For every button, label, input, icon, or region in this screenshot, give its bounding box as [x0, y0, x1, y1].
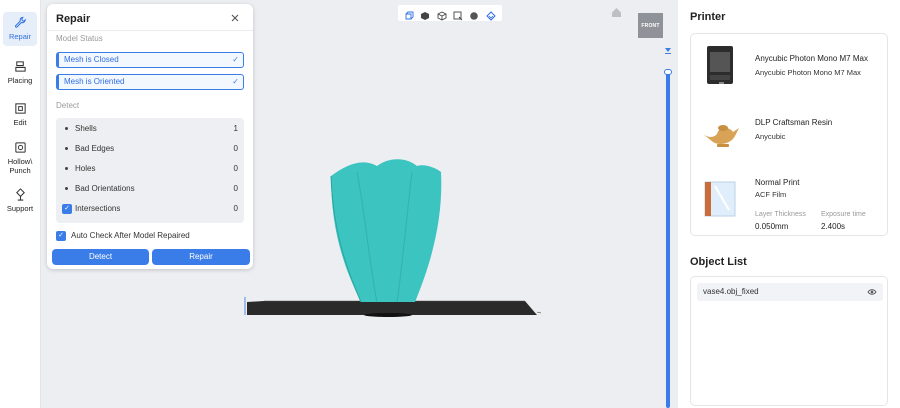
printer-title: Printer [690, 11, 726, 23]
tool-label: Edit [13, 118, 27, 127]
detect-row-bad-edges: Bad Edges 0 [56, 142, 244, 156]
eye-icon[interactable] [867, 287, 877, 297]
bullet [65, 187, 68, 190]
bullet [65, 127, 68, 130]
auto-check-label: Auto Check After Model Repaired [71, 231, 190, 241]
detect-list: Shells 1 Bad Edges 0 Holes 0 Bad Orienta… [56, 118, 244, 223]
row-name: Bad Orientations [75, 184, 135, 193]
detect-button[interactable]: Detect [52, 249, 149, 265]
layer-slider[interactable] [666, 72, 670, 408]
detect-row-shells: Shells 1 [56, 122, 244, 136]
wrench-icon [14, 16, 26, 28]
check-icon: ✓ [232, 77, 239, 86]
model-scene[interactable] [237, 152, 547, 324]
row-name: Holes [75, 164, 96, 173]
object-list-card: vase4.obj_fixed [690, 276, 888, 406]
layer-thickness-label: Layer Thickness [755, 211, 806, 218]
view-sphere-icon[interactable] [469, 8, 479, 20]
row-value: 0 [233, 144, 238, 153]
row-name: Intersections [75, 204, 121, 213]
view-layer-icon[interactable] [486, 8, 496, 21]
resin-name: DLP Craftsman Resin [755, 118, 833, 127]
bullet [65, 167, 68, 170]
resin-brand: Anycubic [755, 132, 786, 141]
tool-support[interactable]: Support [3, 188, 37, 213]
status-text: Mesh is Oriented [64, 77, 125, 86]
tool-label: Repair [8, 32, 32, 41]
printer-thumbnail [707, 46, 733, 84]
exposure-label: Exposure time [821, 211, 866, 218]
object-name: vase4.obj_fixed [703, 287, 759, 296]
profile-name: Normal Print [755, 178, 800, 187]
placing-icon [14, 61, 26, 72]
panel-title: Repair [56, 13, 91, 25]
hollow-punch-icon [14, 142, 26, 153]
printer-name: Anycubic Photon Mono M7 Max [755, 54, 868, 63]
tool-edit[interactable]: Edit [3, 102, 37, 127]
row-name: Bad Edges [75, 144, 115, 153]
print-profile-item[interactable]: Normal Print ACF Film Layer Thickness 0.… [691, 166, 889, 236]
tool-repair[interactable]: Repair [3, 12, 37, 46]
film-type: ACF Film [755, 190, 787, 199]
row-name: Shells [75, 124, 97, 133]
row-value: 0 [233, 184, 238, 193]
printer-card: Anycubic Photon Mono M7 Max Anycubic Pho… [690, 33, 888, 236]
tool-rail: Repair Placing Edit Hollow\ Punch Suppor… [0, 0, 41, 408]
tool-label: Support [6, 204, 34, 213]
status-mesh-oriented: Mesh is Oriented ✓ [56, 74, 244, 90]
auto-check-option[interactable]: ✓ Auto Check After Model Repaired [56, 231, 190, 241]
film-thumbnail [704, 181, 736, 217]
model-status-label: Model Status [56, 34, 103, 43]
detect-label: Detect [56, 101, 80, 110]
vase-model[interactable] [331, 159, 442, 302]
view-toolbar [398, 5, 502, 21]
printer-item[interactable]: Anycubic Photon Mono M7 Max Anycubic Pho… [691, 34, 889, 100]
close-icon[interactable] [230, 13, 240, 23]
divider [47, 30, 253, 31]
support-icon [15, 188, 25, 201]
object-list-title: Object List [690, 256, 747, 268]
layer-slider-top-icon[interactable] [665, 48, 671, 54]
layer-slider-handle[interactable] [664, 69, 672, 75]
status-mesh-closed: Mesh is Closed ✓ [56, 52, 244, 68]
row-value: 1 [233, 124, 238, 133]
repair-panel: Repair Model Status Mesh is Closed ✓ Mes… [47, 4, 253, 269]
home-icon[interactable] [611, 7, 622, 18]
edit-icon [14, 103, 26, 114]
row-value: 0 [233, 204, 238, 213]
auto-check-checkbox[interactable]: ✓ [56, 231, 66, 241]
view-solid-icon[interactable] [420, 8, 430, 20]
tool-placing[interactable]: Placing [3, 60, 37, 85]
view-cube-icon[interactable] [404, 8, 414, 20]
row-value: 0 [233, 164, 238, 173]
status-text: Mesh is Closed [64, 55, 119, 64]
exposure-value: 2.400s [821, 222, 846, 231]
tool-hollow-punch[interactable]: Hollow\ Punch [3, 141, 37, 175]
tool-label: Placing [7, 76, 33, 85]
resin-thumbnail [703, 125, 739, 147]
tool-label: Hollow\ Punch [7, 157, 33, 175]
view-select-icon[interactable] [453, 8, 463, 21]
check-icon: ✓ [232, 55, 239, 64]
layer-thickness-value: 0.050mm [755, 222, 789, 231]
detect-row-intersections[interactable]: ✓ Intersections 0 [56, 202, 244, 216]
printer-model: Anycubic Photon Mono M7 Max [755, 68, 861, 77]
resin-item[interactable]: DLP Craftsman Resin Anycubic [691, 100, 889, 166]
build-plate [247, 301, 537, 315]
bullet [65, 147, 68, 150]
repair-button[interactable]: Repair [152, 249, 250, 265]
intersections-checkbox[interactable]: ✓ [62, 204, 72, 214]
detect-row-bad-orientations: Bad Orientations 0 [56, 182, 244, 196]
right-panel: Printer Anycubic Photon Mono M7 Max Anyc… [678, 0, 900, 408]
object-row[interactable]: vase4.obj_fixed [697, 283, 883, 301]
view-wire-icon[interactable] [437, 8, 447, 21]
view-cube[interactable]: FRONT [638, 13, 663, 38]
detect-row-holes: Holes 0 [56, 162, 244, 176]
